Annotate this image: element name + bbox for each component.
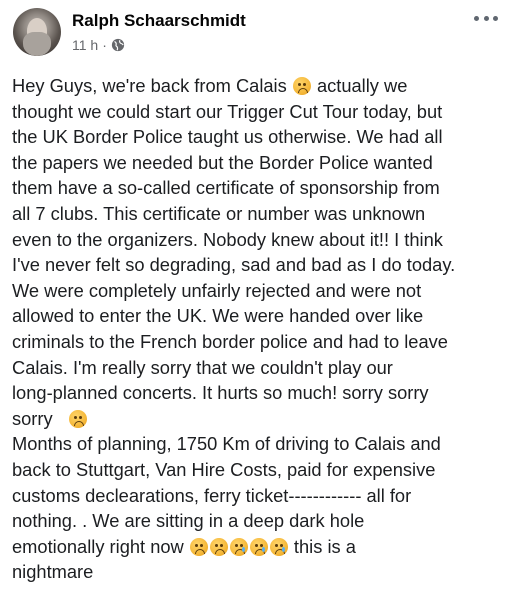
post-line: even to the organizers. Nobody knew abou… [12, 228, 443, 250]
post-text: this is a [293, 535, 356, 557]
post-text: emotionally right now [12, 535, 184, 557]
meta-separator: · [102, 37, 107, 53]
facebook-post: Ralph Schaarschmidt 11 h · Hey Guys, we'… [0, 0, 515, 600]
post-line: thought we could start our Trigger Cut T… [12, 100, 443, 122]
post-meta: 11 h · [72, 37, 125, 53]
avatar[interactable] [13, 8, 61, 56]
post-line: Calais. I'm really sorry that we couldn'… [12, 356, 393, 378]
post-line: nightmare [12, 561, 94, 583]
post-line: the papers we needed but the Border Poli… [12, 151, 433, 173]
author-name[interactable]: Ralph Schaarschmidt [72, 11, 246, 31]
post-line: back to Stuttgart, Van Hire Costs, paid … [12, 458, 436, 480]
post-line: nothing. . We are sitting in a deep dark… [12, 510, 365, 532]
more-options-icon[interactable] [474, 10, 498, 26]
post-line: We were completely unfairly rejected and… [12, 279, 422, 301]
post-body: Hey Guys, we're back from Calais actuall… [12, 73, 507, 585]
post-line: emotionally right now this is a [12, 534, 507, 560]
crying-face-emoji-icon [249, 537, 268, 556]
post-line: Hey Guys, we're back from Calais actuall… [12, 73, 507, 99]
post-line: all 7 clubs. This certificate or number … [12, 202, 426, 224]
post-line: customs declearations, ferry ticket-----… [12, 484, 412, 506]
post-line: them have a so-called certificate of spo… [12, 177, 440, 199]
post-text: sorry [12, 407, 53, 429]
pensive-face-emoji-icon [209, 537, 228, 556]
post-line: long-planned concerts. It hurts so much!… [12, 382, 429, 404]
post-line: the UK Border Police taught us otherwise… [12, 126, 443, 148]
globe-icon[interactable] [111, 38, 125, 52]
post-line: criminals to the French border police an… [12, 330, 448, 352]
more-dot [493, 15, 498, 21]
post-header: Ralph Schaarschmidt 11 h · [0, 0, 515, 64]
post-line: Months of planning, 1750 Km of driving t… [12, 433, 441, 455]
avatar-beard [23, 32, 51, 56]
post-text: Hey Guys, we're back from Calais [12, 75, 287, 96]
crying-face-emoji-icon [229, 537, 248, 556]
post-text: actually we [316, 75, 408, 96]
crying-face-emoji-icon [269, 537, 288, 556]
post-time[interactable]: 11 h [72, 37, 98, 53]
post-line: I've never felt so degrading, sad and ba… [12, 254, 456, 276]
post-line: sorry [12, 406, 507, 432]
sad-face-emoji-icon [292, 77, 311, 95]
sad-face-emoji-icon [68, 409, 87, 428]
pensive-face-emoji-icon [189, 537, 208, 556]
more-dot [483, 15, 489, 21]
more-dot [474, 15, 479, 21]
post-line: allowed to enter the UK. We were handed … [12, 305, 424, 327]
